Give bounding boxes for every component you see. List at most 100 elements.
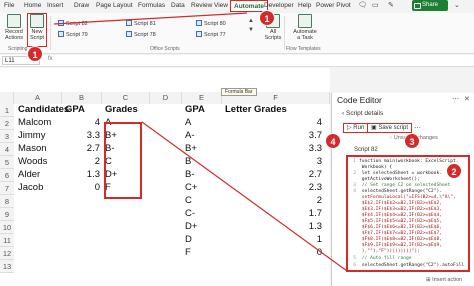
script-icon bbox=[196, 20, 202, 26]
lookup-letter-cell[interactable]: 3 bbox=[222, 155, 322, 169]
row-header-7[interactable]: 7 bbox=[0, 182, 14, 195]
candidate-name-cell[interactable]: Alder bbox=[18, 168, 40, 182]
row-header-4[interactable]: 4 bbox=[0, 143, 14, 156]
tab-insert[interactable]: Insert bbox=[47, 2, 63, 9]
candidate-gpa-cell[interactable]: 1.3 bbox=[62, 168, 100, 182]
save-script-button[interactable]: ▣ Save script bbox=[367, 123, 413, 133]
comment-icon[interactable]: 🗨 bbox=[358, 1, 367, 9]
header-candidates[interactable]: Candidates bbox=[18, 103, 69, 117]
tab-formulas[interactable]: Formulas bbox=[138, 2, 165, 9]
candidate-name-cell[interactable]: Jacob bbox=[18, 181, 43, 195]
lookup-gpa-cell[interactable]: C+ bbox=[185, 181, 197, 195]
header-gpa[interactable]: GPA bbox=[65, 103, 85, 117]
lookup-gpa-cell[interactable]: C- bbox=[185, 207, 195, 221]
script-77-item[interactable]: Script 77 bbox=[196, 31, 226, 39]
row-header-6[interactable]: 6 bbox=[0, 169, 14, 182]
lookup-gpa-cell[interactable]: D+ bbox=[185, 220, 197, 234]
row-header-2[interactable]: 2 bbox=[0, 117, 14, 130]
lookup-letter-cell[interactable]: 4 bbox=[222, 116, 322, 130]
row-header-8[interactable]: 8 bbox=[0, 195, 14, 208]
close-icon[interactable]: ✕ bbox=[464, 95, 470, 103]
automate-task-button[interactable]: Automate a Task bbox=[291, 14, 319, 41]
flow-templates-group-label: Flow Templates bbox=[286, 46, 321, 52]
scripting-group-label: Scripting bbox=[8, 46, 28, 52]
column-header-d[interactable]: D bbox=[150, 92, 182, 104]
row-header-11[interactable]: 11 bbox=[0, 234, 14, 247]
chevron-down-icon[interactable]: ⌄ bbox=[454, 1, 460, 9]
tab-data[interactable]: Data bbox=[171, 2, 185, 9]
candidate-gpa-cell[interactable]: 0 bbox=[62, 181, 100, 195]
tab-page-layout[interactable]: Page Layout bbox=[96, 2, 133, 9]
scroll-up-icon[interactable]: ▲ bbox=[248, 18, 254, 24]
candidate-name-cell[interactable]: Jimmy bbox=[18, 129, 45, 143]
script-icon bbox=[126, 31, 132, 37]
script-label: Script 80 bbox=[204, 21, 226, 27]
record-icon bbox=[7, 14, 21, 28]
candidate-name-cell[interactable]: Malcom bbox=[18, 116, 51, 130]
more-actions-icon[interactable]: ⋯ bbox=[414, 124, 421, 132]
lookup-letter-cell[interactable]: 2.7 bbox=[222, 168, 322, 182]
header-grades[interactable]: Grades bbox=[105, 103, 138, 117]
lookup-gpa-cell[interactable]: A bbox=[185, 116, 191, 130]
lookup-letter-cell[interactable]: 2.3 bbox=[222, 181, 322, 195]
lookup-letter-cell[interactable]: 1 bbox=[222, 233, 322, 247]
present-icon[interactable]: ▭ bbox=[372, 1, 379, 9]
insert-action-button[interactable]: ⊞ Insert action bbox=[426, 277, 462, 283]
row-header-12[interactable]: 12 bbox=[0, 247, 14, 260]
lookup-gpa-cell[interactable]: A- bbox=[185, 129, 195, 143]
script-80-item[interactable]: Script 80 bbox=[196, 20, 226, 28]
lookup-letter-cell[interactable]: 1.3 bbox=[222, 220, 322, 234]
grades-highlight-box bbox=[104, 122, 142, 199]
header-letter-grades[interactable]: Letter Grades bbox=[225, 103, 287, 117]
candidate-gpa-cell[interactable]: 3.3 bbox=[62, 129, 100, 143]
candidate-name-cell[interactable]: Mason bbox=[18, 142, 47, 156]
pen-icon[interactable]: ✎ bbox=[388, 1, 394, 9]
fx-icon[interactable]: fx bbox=[48, 56, 53, 62]
row-header-1[interactable]: 1 bbox=[0, 104, 14, 117]
more-options-icon[interactable]: ⋯ bbox=[452, 95, 459, 103]
lookup-gpa-cell[interactable]: B bbox=[185, 155, 191, 169]
tab-review[interactable]: Review bbox=[191, 2, 212, 9]
tab-file[interactable]: File bbox=[4, 2, 14, 9]
lookup-letter-cell[interactable]: 2 bbox=[222, 194, 322, 208]
row-header-13[interactable]: 13 bbox=[0, 260, 14, 273]
lookup-gpa-cell[interactable]: C bbox=[185, 194, 192, 208]
tab-draw[interactable]: Draw bbox=[74, 2, 89, 9]
run-button[interactable]: ▷ Run bbox=[343, 123, 369, 133]
script-label: Script 78 bbox=[134, 32, 156, 38]
tab-power-pivot[interactable]: Power Pivot bbox=[316, 2, 351, 9]
scroll-down-icon[interactable]: ▼ bbox=[248, 27, 254, 33]
script-78-item[interactable]: Script 78 bbox=[126, 31, 156, 39]
script-79-item[interactable]: Script 79 bbox=[58, 31, 88, 39]
lookup-letter-cell[interactable]: 3.7 bbox=[222, 129, 322, 143]
candidate-gpa-cell[interactable]: 2.7 bbox=[62, 142, 100, 156]
header-lookup-gpa[interactable]: GPA bbox=[185, 103, 205, 117]
script-details-link[interactable]: ‹ Script details bbox=[342, 110, 383, 117]
candidate-gpa-cell[interactable]: 2 bbox=[62, 155, 100, 169]
candidate-name-cell[interactable]: Woods bbox=[18, 155, 47, 169]
script-82-item[interactable]: Script 82 bbox=[58, 20, 88, 28]
record-actions-button[interactable]: Record Actions bbox=[4, 14, 24, 41]
row-header-3[interactable]: 3 bbox=[0, 130, 14, 143]
row-header-10[interactable]: 10 bbox=[0, 221, 14, 234]
new-script-button[interactable]: New Script bbox=[27, 13, 47, 47]
script-81-item[interactable]: Script 81 bbox=[126, 20, 156, 28]
lookup-gpa-cell[interactable]: D bbox=[185, 233, 192, 247]
row-header-5[interactable]: 5 bbox=[0, 156, 14, 169]
tab-home[interactable]: Home bbox=[24, 2, 41, 9]
tab-developer[interactable]: Developer bbox=[264, 2, 294, 9]
lookup-letter-cell[interactable]: 0 bbox=[222, 246, 322, 260]
script-label: Script 81 bbox=[134, 21, 156, 27]
lookup-letter-cell[interactable]: 3.3 bbox=[222, 142, 322, 156]
lookup-gpa-cell[interactable]: F bbox=[185, 246, 191, 260]
share-button[interactable]: Share bbox=[412, 0, 448, 11]
worksheet-grid[interactable]: A B C D E F 1 2 3 4 5 6 7 8 9 10 11 12 1… bbox=[0, 68, 330, 286]
lookup-gpa-cell[interactable]: B- bbox=[185, 168, 195, 182]
candidate-gpa-cell[interactable]: 4 bbox=[62, 116, 100, 130]
row-header-9[interactable]: 9 bbox=[0, 208, 14, 221]
lookup-letter-cell[interactable]: 1.7 bbox=[222, 207, 322, 221]
lookup-gpa-cell[interactable]: B+ bbox=[185, 142, 197, 156]
select-all-corner[interactable] bbox=[0, 92, 14, 104]
tab-view[interactable]: View bbox=[214, 2, 228, 9]
tab-help[interactable]: Help bbox=[298, 2, 311, 9]
